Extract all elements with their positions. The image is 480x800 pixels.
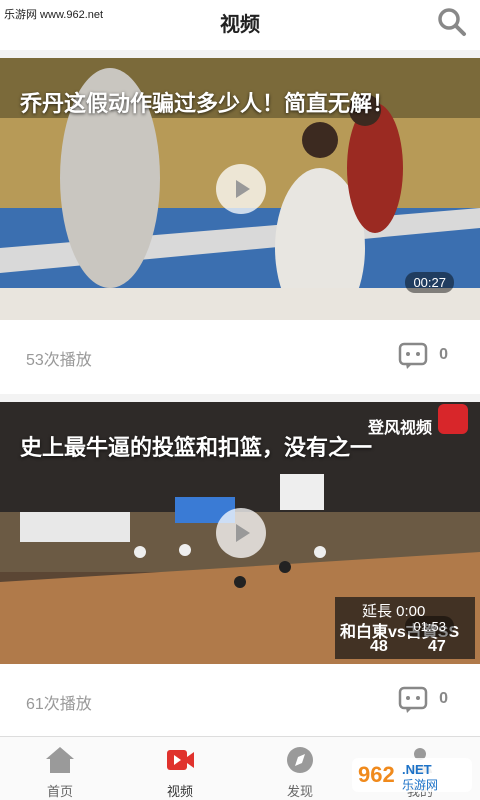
play-button[interactable] bbox=[216, 508, 266, 558]
video-app: 乐游网 www.962.net 视频 乔丹这假动作骗过多少人！简直无解！ 00:… bbox=[0, 0, 480, 800]
compass-icon bbox=[287, 747, 313, 773]
comment-icon[interactable] bbox=[398, 342, 428, 370]
svg-text:962: 962 bbox=[358, 762, 395, 787]
video-card[interactable]: 乔丹这假动作骗过多少人！简直无解！ 00:27 53次播放 0 bbox=[0, 58, 480, 394]
score-right: 47 bbox=[428, 638, 446, 655]
search-icon[interactable] bbox=[436, 6, 468, 38]
nav-item-home[interactable]: 首页 bbox=[0, 737, 120, 800]
nav-label: 首页 bbox=[46, 784, 73, 799]
video-duration: 01:53 bbox=[405, 616, 454, 637]
nav-label: 发现 bbox=[286, 784, 313, 799]
play-count: 61次播放 bbox=[26, 696, 92, 713]
play-button[interactable] bbox=[216, 164, 266, 214]
nav-label: 视频 bbox=[166, 784, 193, 799]
svg-text:.NET: .NET bbox=[402, 762, 432, 777]
brand-logo: 962 .NET 乐游网 bbox=[352, 758, 472, 792]
comment-count: 0 bbox=[439, 346, 448, 363]
page-title: 视频 bbox=[220, 14, 260, 36]
nav-item-video[interactable]: 视频 bbox=[120, 737, 240, 800]
video-meta: 53次播放 0 bbox=[0, 320, 480, 394]
video-feed[interactable]: 乔丹这假动作骗过多少人！简直无解！ 00:27 53次播放 0 史上最牛逼的投篮… bbox=[0, 50, 480, 736]
svg-text:乐游网: 乐游网 bbox=[402, 778, 438, 792]
nav-item-discover[interactable]: 发现 bbox=[240, 737, 360, 800]
channel-watermark: 登风视频 bbox=[368, 420, 433, 437]
home-icon bbox=[46, 747, 74, 773]
video-card[interactable]: 史上最牛逼的投篮和扣篮，没有之一 登风视频 延長 0:00 和白東vs古賀SS … bbox=[0, 402, 480, 736]
video-icon bbox=[167, 750, 194, 770]
comment-count: 0 bbox=[439, 690, 448, 707]
video-thumbnail[interactable]: 史上最牛逼的投篮和扣篮，没有之一 登风视频 延長 0:00 和白東vs古賀SS … bbox=[0, 402, 480, 664]
video-title: 乔丹这假动作骗过多少人！简直无解！ bbox=[20, 91, 395, 116]
comment-icon[interactable] bbox=[398, 686, 428, 714]
bottom-nav: 首页 视频 发现 我的 962 .N bbox=[0, 736, 480, 800]
video-meta: 61次播放 0 bbox=[0, 664, 480, 736]
play-count: 53次播放 bbox=[26, 352, 92, 369]
video-duration: 00:27 bbox=[405, 272, 454, 293]
score-left: 48 bbox=[370, 638, 388, 655]
top-bar: 乐游网 www.962.net 视频 bbox=[0, 0, 480, 50]
video-thumbnail[interactable]: 乔丹这假动作骗过多少人！简直无解！ 00:27 bbox=[0, 58, 480, 320]
